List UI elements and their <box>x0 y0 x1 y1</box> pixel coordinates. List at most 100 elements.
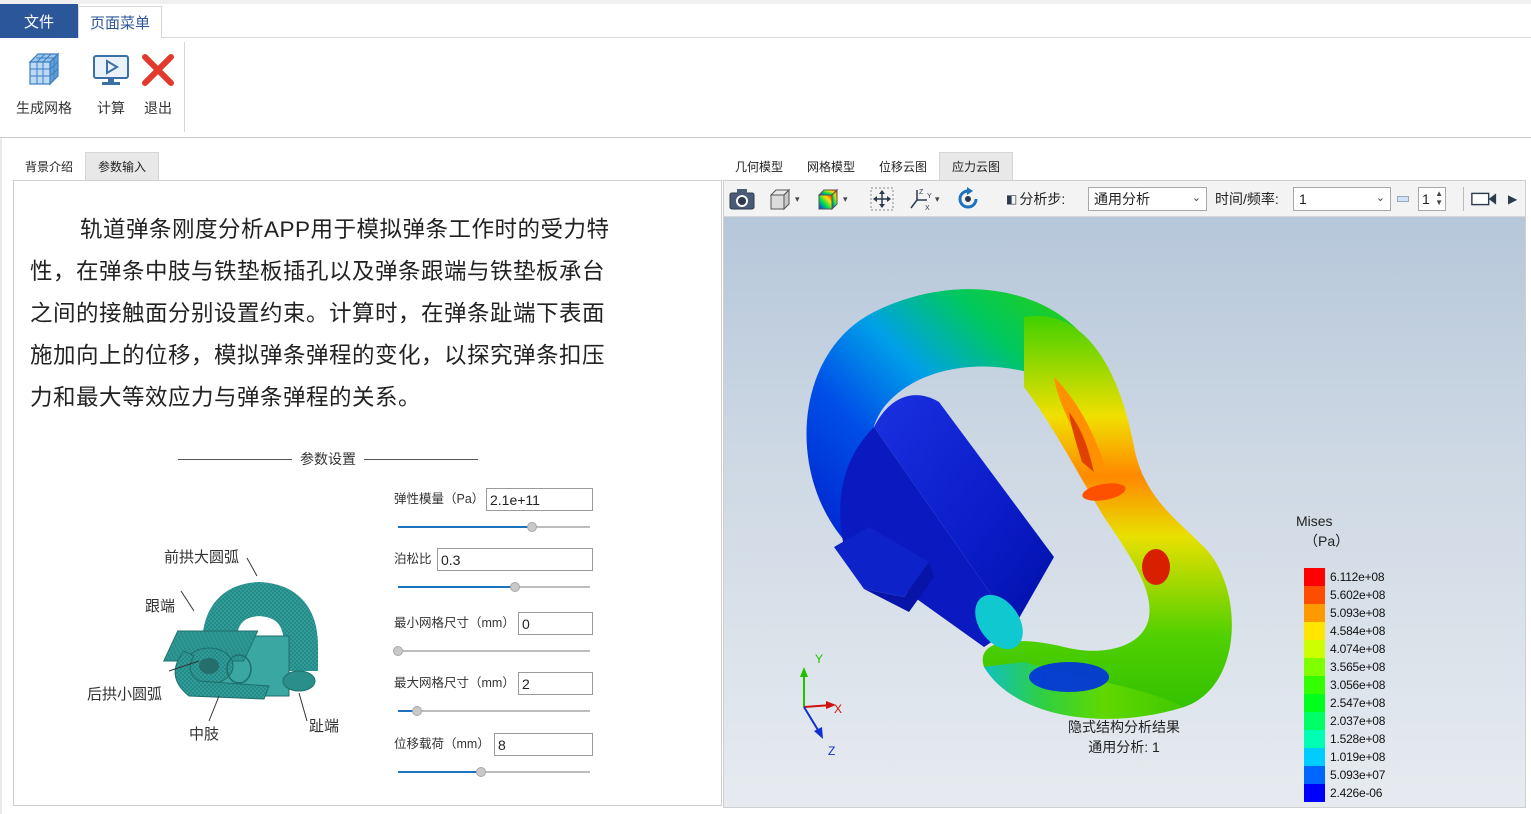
analysis-step-select[interactable]: 通用分析 ⌄ <box>1088 187 1207 211</box>
min-mesh-size-label: 最小网格尺寸（mm） <box>394 616 515 630</box>
legend-swatch <box>1304 784 1325 802</box>
legend-swatch <box>1304 694 1325 712</box>
elastic-modulus-input[interactable] <box>486 488 593 511</box>
menu-tab-bar: 文件 页面菜单 <box>0 4 1531 39</box>
legend-value: 5.093e+08 <box>1330 606 1386 620</box>
legend-entry: 3.565e+08 <box>1304 658 1385 676</box>
compute-label: 计算 <box>97 100 125 116</box>
legend-entry: 5.093e+08 <box>1304 604 1385 622</box>
legend-value: 2.426e-06 <box>1330 786 1383 800</box>
svg-text:Z: Z <box>919 189 924 196</box>
rotate-icon <box>954 185 982 213</box>
tab-stress-contour[interactable]: 应力云图 <box>939 152 1014 180</box>
param-min-mesh-size: 最小网格尺寸（mm） <box>393 612 614 658</box>
page-menu-tab[interactable]: 页面菜单 <box>78 6 162 39</box>
cube-view-icon <box>766 185 794 213</box>
intro-paragraph: 轨道弹条刚度分析APP用于模拟弹条工作时的受力特性，在弹条中肢与铁垫板插孔以及弹… <box>30 217 610 410</box>
axis-z-label: Z <box>828 744 835 758</box>
chevron-down-icon: ▾ <box>795 193 800 204</box>
legend-entry: 1.528e+08 <box>1304 730 1385 748</box>
legend-value: 1.528e+08 <box>1330 732 1386 746</box>
max-mesh-size-slider[interactable] <box>398 706 590 716</box>
right-tab-bar: 几何模型 网格模型 位移云图 应力云图 <box>723 152 1014 180</box>
rotate-view-button[interactable] <box>954 185 982 213</box>
more-arrow[interactable]: ▶ <box>1508 185 1517 213</box>
chevron-down-icon: ▾ <box>843 193 848 204</box>
frame-spinner[interactable]: 1 ▲ ▼ <box>1418 187 1446 211</box>
compute-button[interactable]: 计算 <box>92 48 130 118</box>
legend-entry: 2.426e-06 <box>1304 784 1382 802</box>
analysis-step-label-group: ◧ 分析步: <box>1006 185 1065 213</box>
tab-mesh-model[interactable]: 网格模型 <box>795 152 867 180</box>
analysis-step-value: 通用分析 <box>1094 191 1150 207</box>
min-mesh-size-slider[interactable] <box>393 646 590 656</box>
parameter-panel: 轨道弹条刚度分析APP用于模拟弹条工作时的受力特性，在弹条中肢与铁垫板插孔以及弹… <box>13 180 722 806</box>
legend-swatch <box>1304 568 1325 586</box>
view-cube-dropdown[interactable]: ▾ <box>766 185 800 213</box>
elastic-modulus-slider[interactable] <box>398 522 590 532</box>
tab-background-intro[interactable]: 背景介绍 <box>13 152 85 180</box>
max-mesh-size-input[interactable] <box>518 672 593 695</box>
move-arrows-icon <box>868 185 896 213</box>
legend-entry: 5.093e+07 <box>1304 766 1385 784</box>
time-frequency-value: 1 <box>1299 191 1307 207</box>
legend-value: 2.547e+08 <box>1330 696 1386 710</box>
mesh-cube-icon <box>24 48 64 92</box>
displacement-load-input[interactable] <box>494 733 593 756</box>
record-video-button[interactable] <box>1470 185 1498 213</box>
poisson-ratio-input[interactable] <box>437 548 593 571</box>
legend-entry: 6.112e+08 <box>1304 568 1385 586</box>
min-mesh-size-input[interactable] <box>518 612 593 635</box>
chevron-right-icon: ▶ <box>1508 192 1518 206</box>
parameter-heading-text: 参数设置 <box>300 451 356 467</box>
time-frequency-label: 时间/频率: <box>1215 191 1279 207</box>
spinner-arrows-icon: ▲ ▼ <box>1435 189 1443 207</box>
param-poisson-ratio: 泊松比 <box>394 548 614 594</box>
exit-button[interactable]: 退出 <box>140 48 176 118</box>
displacement-load-slider[interactable] <box>398 767 590 777</box>
file-tab[interactable]: 文件 <box>0 4 78 38</box>
stress-contour-viewport[interactable]: Y X Z Mises （Pa） 6.112e+08 5.602e+08 5.093… <box>724 217 1525 807</box>
result-caption-line1: 隐式结构分析结果 <box>1068 719 1180 735</box>
screenshot-button[interactable] <box>728 185 756 213</box>
left-tab-bar: 背景介绍 参数输入 <box>13 152 160 180</box>
chevron-down-icon: ⌄ <box>1191 192 1201 204</box>
legend-entry: 3.056e+08 <box>1304 676 1385 694</box>
contour-style-dropdown[interactable]: ▾ <box>814 185 848 213</box>
slider-knob[interactable] <box>412 706 423 716</box>
frame-slider-mini[interactable] <box>1397 185 1409 213</box>
legend-entry: 2.547e+08 <box>1304 694 1385 712</box>
legend-entry: 5.602e+08 <box>1304 586 1385 604</box>
legend-value: 3.056e+08 <box>1330 678 1386 692</box>
elastic-modulus-label: 弹性模量（Pa） <box>394 492 485 506</box>
step-nav-icon: ◧ <box>1006 192 1018 206</box>
svg-text:Y: Y <box>927 193 932 200</box>
slider-knob[interactable] <box>527 522 538 532</box>
tab-geometry-model[interactable]: 几何模型 <box>723 152 795 180</box>
legend-value: 3.565e+08 <box>1330 660 1386 674</box>
generate-mesh-button[interactable]: 生成网格 <box>16 48 72 118</box>
legend-value: 1.019e+08 <box>1330 750 1386 764</box>
slider-knob[interactable] <box>475 767 486 777</box>
tab-parameter-input[interactable]: 参数输入 <box>85 152 160 180</box>
slider-knob[interactable] <box>510 582 521 592</box>
poisson-ratio-slider[interactable] <box>398 582 590 592</box>
axis-view-dropdown[interactable]: ZYX ▾ <box>906 185 940 213</box>
legend-swatch <box>1304 622 1325 640</box>
legend-swatch <box>1304 730 1325 748</box>
time-frequency-label-group: 时间/频率: <box>1215 185 1279 213</box>
label-toe: 趾端 <box>309 718 339 735</box>
frame-value: 1 <box>1422 191 1430 207</box>
time-frequency-select[interactable]: 1 ⌄ <box>1293 187 1391 211</box>
tab-displacement-contour[interactable]: 位移云图 <box>867 152 939 180</box>
legend-title: Mises <box>1296 513 1333 529</box>
fit-view-button[interactable] <box>868 185 896 213</box>
camera-icon <box>728 185 756 213</box>
ribbon: 生成网格 计算 退出 <box>0 38 1531 138</box>
legend-entry: 4.584e+08 <box>1304 622 1385 640</box>
legend-swatch <box>1304 712 1325 730</box>
slider-knob[interactable] <box>393 646 403 656</box>
legend-swatch <box>1304 586 1325 604</box>
rail-clip-illustration: 前拱大圆弧 跟端 后拱小圆弧 中肢 趾端 <box>87 549 339 743</box>
label-front-arc: 前拱大圆弧 <box>164 549 239 566</box>
